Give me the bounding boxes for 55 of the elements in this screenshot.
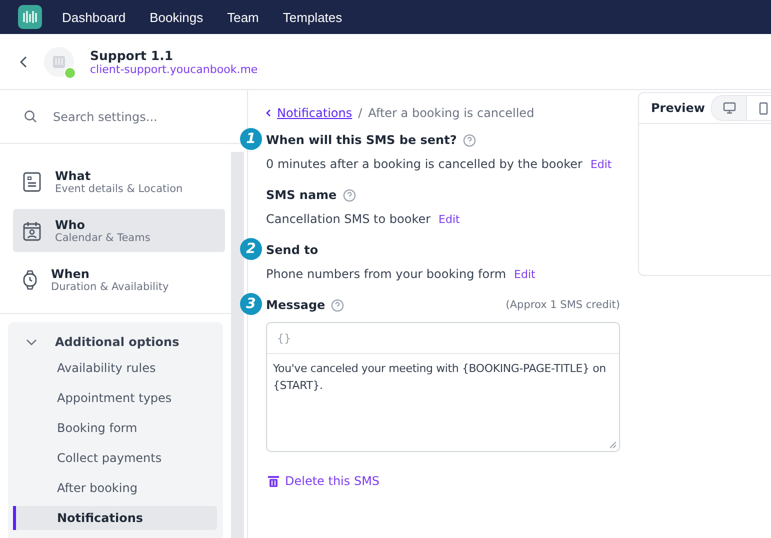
desktop-button[interactable] <box>712 96 746 120</box>
chevron-left-icon[interactable] <box>266 109 271 117</box>
edit-link[interactable]: Edit <box>590 158 612 171</box>
field-value: Cancellation SMS to booker <box>266 212 431 226</box>
sidebar-section[interactable]: Who Calendar & Teams <box>13 209 225 252</box>
edit-link[interactable]: Edit <box>514 268 536 281</box>
sidebar-item[interactable]: Appointment types <box>13 386 217 410</box>
step-number: 3 <box>240 293 262 315</box>
field-label: SMS name <box>266 188 337 202</box>
breadcrumb-separator: / <box>358 106 362 120</box>
watch-icon <box>23 270 37 290</box>
search-field[interactable]: Search settings... <box>51 108 225 124</box>
scrollbar[interactable] <box>231 152 244 538</box>
field-value: Phone numbers from your booking form <box>266 267 506 281</box>
mobile-button[interactable] <box>746 96 771 120</box>
sidebar-item[interactable]: After booking <box>13 476 217 500</box>
nav-link[interactable]: Bookings <box>150 10 204 24</box>
sidebar-item[interactable]: Availability rules <box>13 356 217 380</box>
trash-icon[interactable] <box>268 475 279 487</box>
back-icon[interactable] <box>20 56 28 68</box>
credit-note: (Approx 1 SMS credit) <box>506 299 620 311</box>
page-title: Support 1.1 <box>90 48 174 62</box>
sidebar-item[interactable]: Collect payments <box>13 446 217 470</box>
phone-icon <box>759 102 768 114</box>
monitor-icon <box>722 102 736 114</box>
id-card-icon <box>23 172 41 192</box>
calendar-person-icon <box>23 220 41 240</box>
breadcrumb-current: After a booking is cancelled <box>368 106 534 120</box>
options-toggle[interactable]: Additional options <box>8 328 223 356</box>
sidebar-item[interactable]: Booking form <box>13 416 217 440</box>
field-label: Message <box>266 298 326 312</box>
help-icon[interactable] <box>462 134 476 146</box>
search-icon <box>24 110 37 123</box>
breadcrumb-link[interactable]: Notifications <box>277 106 352 120</box>
help-icon[interactable] <box>331 298 344 312</box>
step-number: 2 <box>240 238 262 260</box>
field-label: Send to <box>266 243 318 257</box>
chevron-icon <box>26 338 37 346</box>
help-icon[interactable] <box>342 188 356 202</box>
edit-link[interactable]: Edit <box>438 213 460 226</box>
sidebar-section[interactable]: What Event details & Location <box>13 160 225 203</box>
field-value: 0 minutes after a booking is cancelled by the booker <box>266 157 582 171</box>
step-number: 1 <box>240 128 262 150</box>
message-field[interactable]: {} You've canceled your meeting with {BOOKING-PAGE-TITLE} on {START}. <box>266 322 620 452</box>
page-url[interactable]: client-support.youcanbook.me <box>90 62 258 76</box>
resize-handle-icon[interactable] <box>608 440 617 449</box>
sidebar-section[interactable]: When Duration & Availability <box>13 258 225 301</box>
delete-link[interactable]: Delete this SMS <box>285 474 380 488</box>
sidebar-item[interactable]: Notifications <box>13 506 217 530</box>
nav-link[interactable]: Team <box>227 10 259 24</box>
nav-link[interactable]: Templates <box>282 10 342 24</box>
preview-title: Preview <box>651 101 706 115</box>
logo-icon[interactable] <box>18 5 42 29</box>
nav-link[interactable]: Dashboard <box>62 10 126 24</box>
field-label: When will this SMS be sent? <box>266 133 457 147</box>
